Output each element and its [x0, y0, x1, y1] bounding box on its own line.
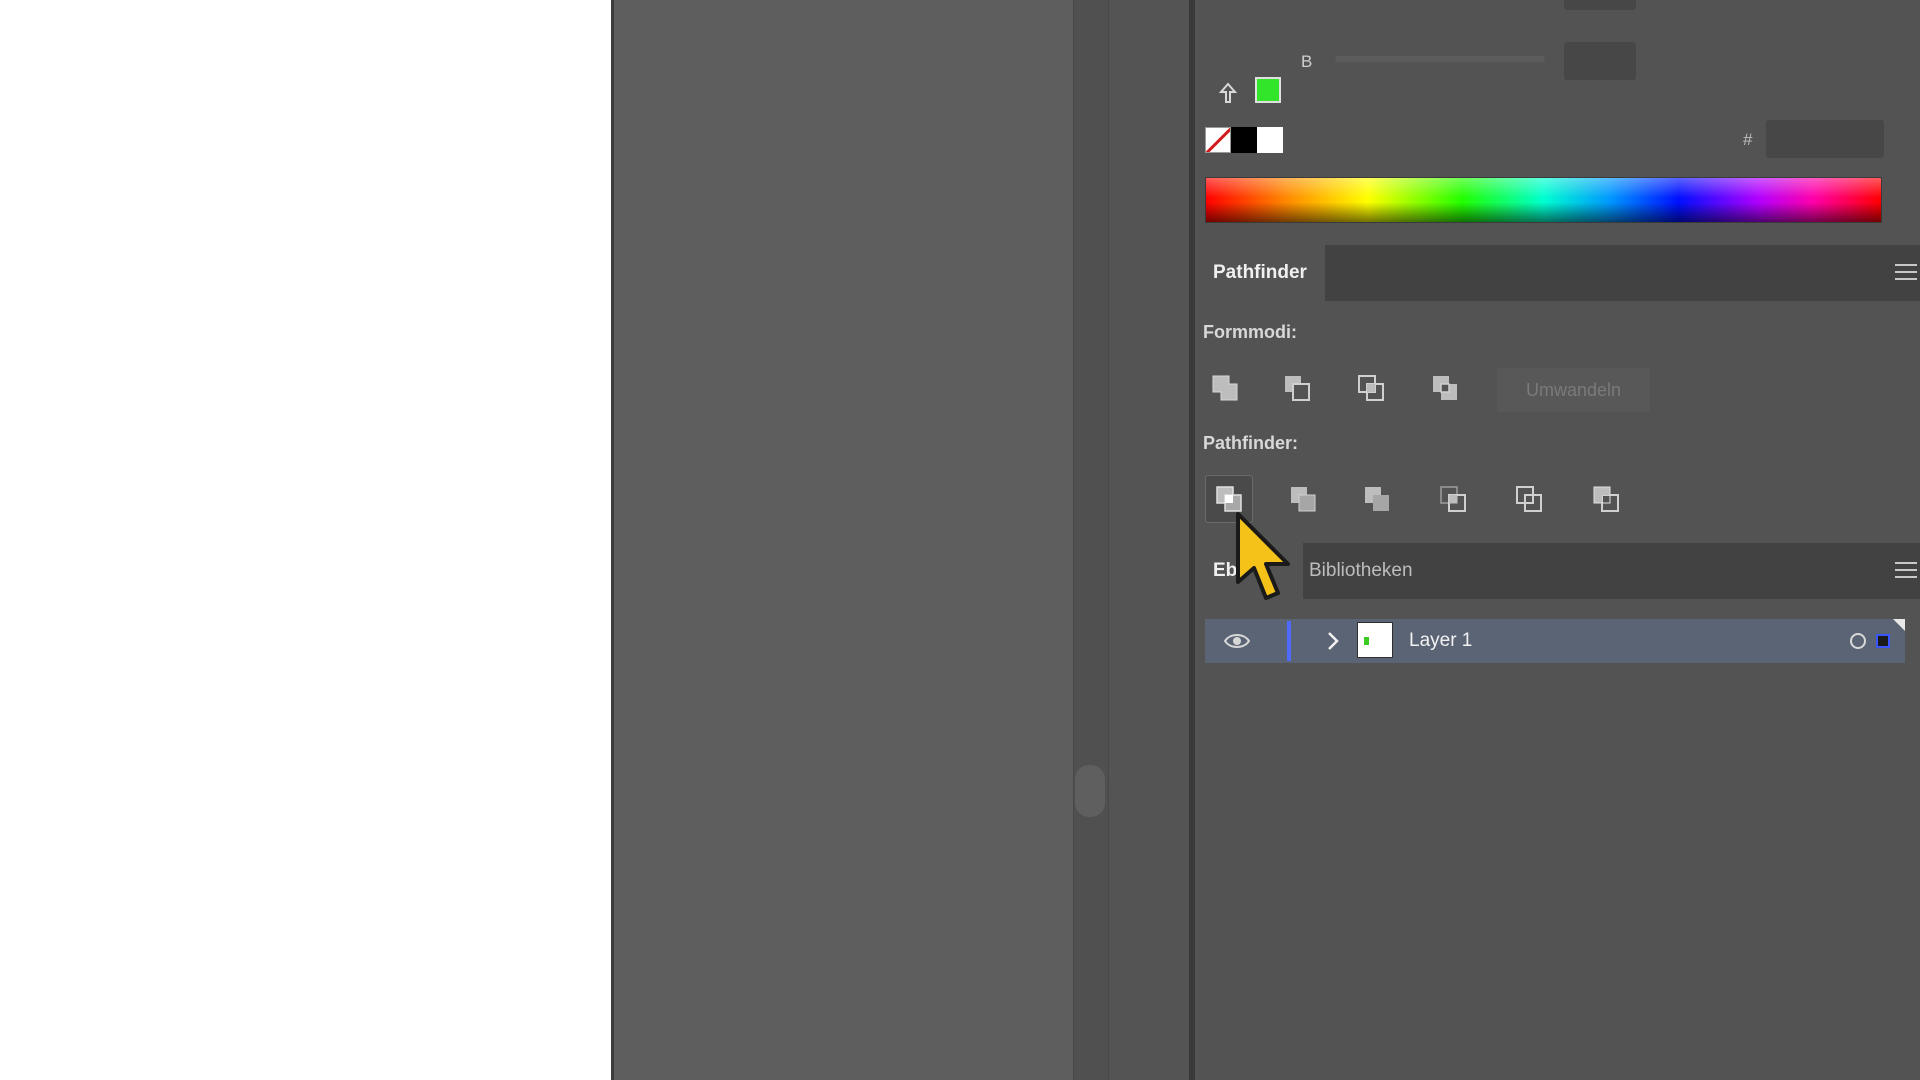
minus-front-icon: [1285, 376, 1310, 401]
layer-name[interactable]: Layer 1: [1409, 619, 1472, 663]
unite-icon: [1212, 375, 1238, 401]
artboard[interactable]: [0, 0, 611, 1080]
color-spectrum[interactable]: [1205, 177, 1882, 223]
chevron-right-icon[interactable]: [1323, 630, 1343, 652]
white-swatch[interactable]: [1257, 127, 1283, 153]
exclude-button[interactable]: [1421, 364, 1469, 412]
minus-front-button[interactable]: [1273, 364, 1321, 412]
pathfinders-label: Pathfinder:: [1203, 433, 1299, 453]
vertical-scrollbar[interactable]: [1073, 0, 1109, 1080]
intersect-icon: [1358, 375, 1384, 401]
merge-button[interactable]: [1353, 475, 1401, 523]
panel-menu-icon[interactable]: [1895, 264, 1917, 282]
shape-modes-label: Formmodi:: [1203, 322, 1297, 342]
unite-button[interactable]: [1201, 364, 1249, 412]
b-value-field[interactable]: [1564, 42, 1636, 80]
pasteboard[interactable]: [614, 0, 1073, 1080]
layer-thumbnail: [1357, 622, 1393, 658]
minus-back-icon: [1593, 486, 1619, 512]
tab-libraries[interactable]: Bibliotheken: [1291, 543, 1431, 599]
panel-dock-gap: [1109, 0, 1189, 1080]
current-color-swatch[interactable]: [1255, 77, 1281, 103]
layers-list: [1195, 599, 1920, 1080]
layer-corner-mark: [1893, 619, 1905, 631]
layers-menu-icon[interactable]: [1895, 562, 1917, 580]
crop-button[interactable]: [1429, 475, 1477, 523]
out-of-gamut-icon[interactable]: [1215, 80, 1241, 106]
exclude-icon: [1433, 376, 1457, 400]
none-swatch[interactable]: [1205, 127, 1231, 153]
layer-row[interactable]: Layer 1: [1205, 619, 1905, 663]
scrollbar-thumb[interactable]: [1075, 765, 1105, 817]
b-channel-label: B: [1301, 52, 1313, 71]
convert-button[interactable]: Umwandeln: [1497, 368, 1650, 412]
selection-indicator[interactable]: [1876, 634, 1890, 648]
merge-icon: [1365, 487, 1389, 511]
hex-label: #: [1743, 130, 1753, 149]
outline-icon: [1516, 486, 1542, 512]
cursor-arrow-icon: [1236, 512, 1290, 600]
b-channel-slider[interactable]: [1335, 56, 1545, 62]
black-swatch[interactable]: [1231, 127, 1257, 153]
hex-input[interactable]: [1766, 120, 1884, 158]
crop-icon: [1440, 486, 1466, 512]
intersect-button[interactable]: [1347, 364, 1395, 412]
tab-pathfinder[interactable]: Pathfinder: [1195, 245, 1325, 301]
eye-icon[interactable]: [1223, 629, 1251, 653]
g-value-field[interactable]: [1564, 0, 1636, 10]
pathfinder-tabbar: Pathfinder: [1195, 245, 1920, 301]
layer-color-bar: [1287, 621, 1291, 661]
target-icon[interactable]: [1850, 633, 1866, 649]
minus-back-button[interactable]: [1582, 475, 1630, 523]
outline-button[interactable]: [1505, 475, 1553, 523]
color-panel: B #: [1195, 0, 1920, 240]
